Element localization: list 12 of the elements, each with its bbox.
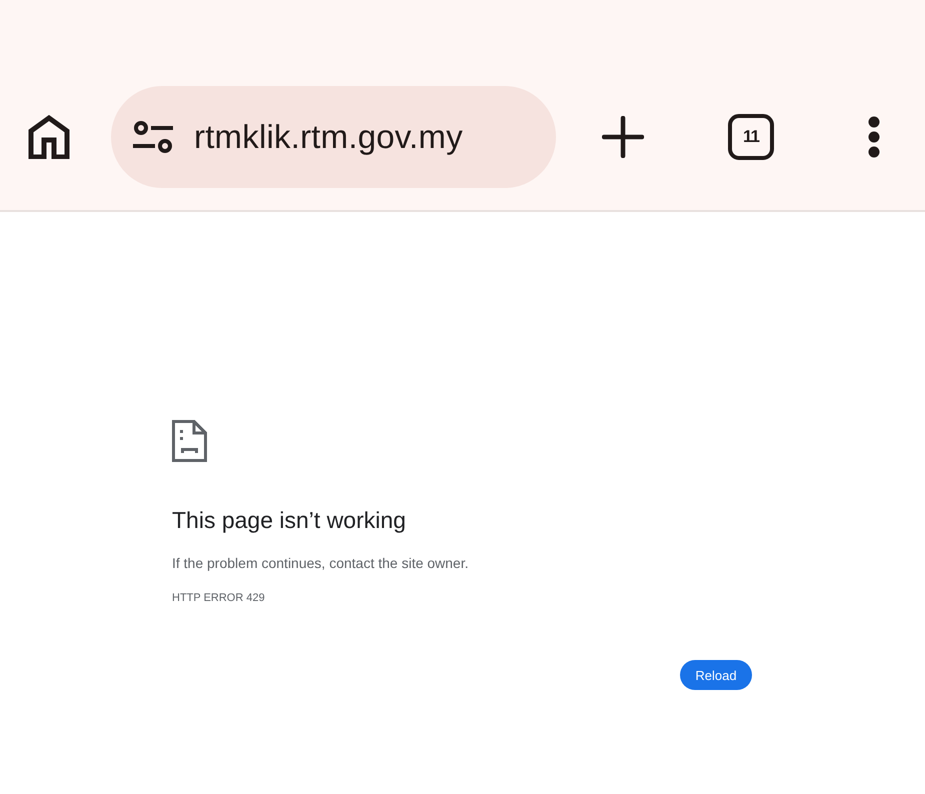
home-icon	[28, 115, 70, 159]
error-message: If the problem continues, contact the site owner.	[172, 554, 470, 573]
reload-button[interactable]: Reload	[680, 660, 752, 690]
site-settings-icon[interactable]	[133, 121, 173, 153]
plus-icon	[602, 116, 644, 158]
url-text: rtmklik.rtm.gov.my	[194, 118, 463, 156]
menu-icon	[868, 116, 880, 158]
address-bar[interactable]: rtmklik.rtm.gov.my	[111, 86, 556, 188]
error-code: HTTP ERROR 429	[172, 591, 266, 606]
error-heading: This page isn’t working	[172, 506, 407, 535]
sad-page-icon	[172, 420, 207, 462]
tab-switcher-button[interactable]: 11	[728, 114, 774, 160]
